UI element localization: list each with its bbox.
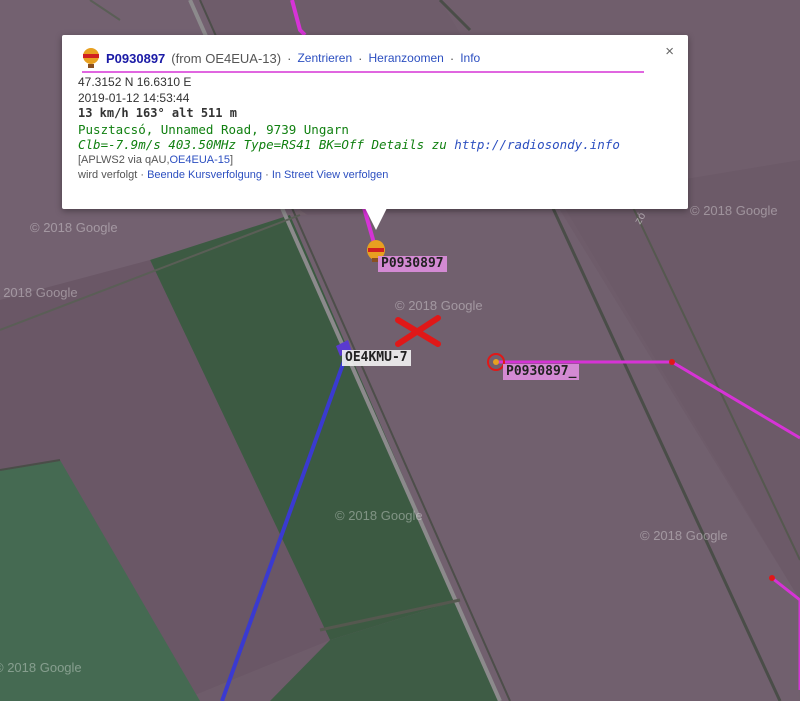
track-point[interactable]	[669, 359, 675, 365]
popup-address: Pusztacsó, Unnamed Road, 9739 Ungarn	[78, 121, 349, 137]
tracked-status: wird verfolgt ·	[78, 169, 148, 181]
popup-callsign[interactable]: P0930897	[106, 51, 165, 66]
map-watermark: © 2018 Google	[0, 660, 82, 675]
popup-tail	[364, 206, 388, 230]
street-view-link[interactable]: In Street View verfolgen	[272, 169, 389, 181]
map-watermark: © 2018 Google	[395, 298, 483, 313]
close-icon[interactable]: ×	[665, 43, 674, 60]
balloon-label[interactable]: P0930897	[378, 256, 447, 272]
popup-speed: 13 km/h 163° alt 511 m	[78, 106, 237, 120]
balloon-icon	[83, 48, 99, 68]
separator: ·	[262, 169, 272, 181]
separator: ·	[287, 50, 292, 66]
radiosondy-link[interactable]: http://radiosondy.info	[454, 137, 620, 152]
target-label[interactable]: P0930897_	[503, 364, 580, 380]
popup-header: P0930897 (from OE4EUA-13) · Zentrieren ·…	[82, 45, 644, 73]
track-point[interactable]	[769, 575, 775, 581]
stop-tracking-link[interactable]: Beende Kursverfolgung	[147, 169, 262, 181]
popup-coords: 47.3152 N 16.6310 E	[78, 75, 192, 89]
center-link[interactable]: Zentrieren	[297, 51, 352, 65]
station-label[interactable]: OE4KMU-7	[342, 350, 411, 366]
popup-source: (from OE4EUA-13)	[171, 50, 282, 66]
path-link[interactable]: OE4EUA-15	[170, 154, 231, 166]
info-popup: × P0930897 (from OE4EUA-13) · Zentrieren…	[62, 35, 688, 209]
info-link[interactable]: Info	[460, 51, 480, 65]
separator: ·	[358, 50, 363, 66]
separator: ·	[449, 50, 455, 66]
map-watermark: © 2018 Google	[640, 528, 728, 543]
popup-time: 2019-01-12 14:53:44	[78, 90, 190, 105]
map-watermark: © 2018 Google	[30, 220, 118, 235]
popup-body: 47.3152 N 16.6310 E 2019-01-12 14:53:44 …	[78, 75, 620, 184]
map-watermark: © 2018 Google	[335, 508, 423, 523]
path-prefix: [APLWS2 via qAU,	[78, 153, 170, 166]
zoom-link[interactable]: Heranzoomen	[368, 51, 443, 65]
path-suffix: ]	[230, 153, 234, 166]
popup-comment: Clb=-7.9m/s 403.50MHz Type=RS41 BK=Off D…	[78, 137, 455, 152]
map-watermark: © 2018 Google	[0, 285, 78, 300]
map-watermark: © 2018 Google	[690, 203, 778, 218]
